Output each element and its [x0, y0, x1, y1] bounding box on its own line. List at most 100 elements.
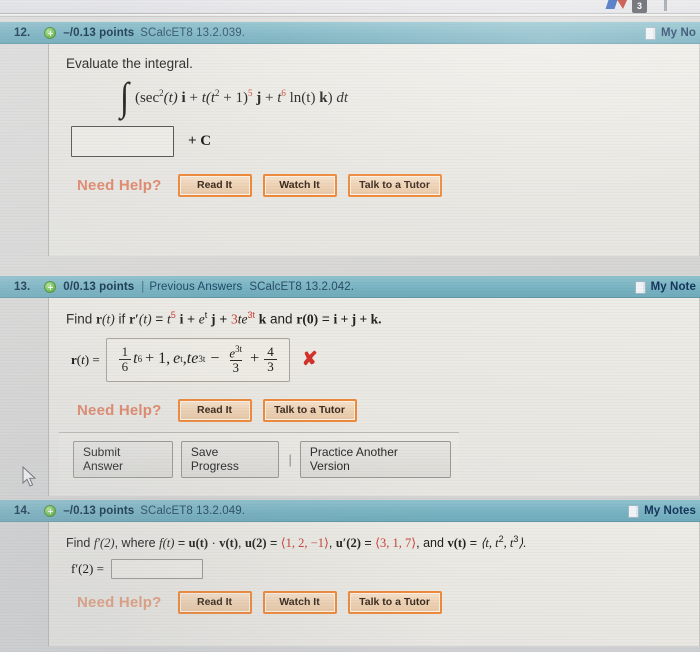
q14-u2-value: ⟨1, 2, −1⟩ [280, 536, 329, 551]
q14-find: Find [66, 536, 91, 551]
q14-u2: u(2) [244, 536, 267, 551]
q14-comma2: , [328, 536, 333, 551]
integral-vec-j: j [256, 89, 262, 106]
expand-plus-icon[interactable] [44, 505, 57, 517]
browser-divider [0, 14, 700, 17]
q14-vt2: v(t) [447, 536, 467, 551]
problem-13-answer-row: r(t) = 1 6 t6 + 1, e t, te 3t − e3t 3 + … [71, 337, 699, 382]
watch-it-button-12[interactable]: Watch It [262, 173, 337, 197]
save-progress-button[interactable]: Save Progress [180, 440, 280, 478]
my-notes-label-12: My No [661, 27, 696, 39]
problem-12-answer-row: + C [71, 125, 699, 157]
problem-13: 13. 0/0.13 points | Previous Answers SCa… [0, 276, 700, 496]
problem-13-points: 0/0.13 points [63, 281, 135, 293]
q14-uprime2: u′(2) [335, 536, 361, 551]
my-notes-button-12[interactable]: My No [645, 22, 696, 44]
q14-dot: · [211, 536, 216, 551]
my-notes-button-14[interactable]: My Notes [628, 500, 696, 522]
q13-vec-k: k [258, 311, 267, 327]
q13-plus1: + [187, 311, 195, 327]
q14-vt-value-open: ⟨t, t [480, 536, 499, 551]
ans13-t-exp: 6 [137, 354, 143, 365]
browser-chrome-strip: 3 [0, 0, 700, 14]
problem-14-question: Find f′(2), where f(t) = u(t) · v(t), u(… [66, 534, 699, 551]
problem-14-answer-label: f′(2) = [71, 561, 104, 577]
q14-eq2: = [269, 536, 278, 551]
problem-12-answer-input[interactable] [71, 125, 174, 157]
q14-eq4: = [469, 536, 477, 551]
ans13-frac1-num: 1 [121, 344, 129, 360]
ans13-minus: − [210, 350, 220, 368]
problem-14-points: –/0.13 points [63, 505, 135, 517]
integral-differential: dt [336, 89, 348, 106]
my-notes-button-13[interactable]: My Note [634, 276, 696, 298]
read-it-button-13[interactable]: Read It [177, 398, 252, 422]
talk-to-tutor-button-12[interactable]: Talk to a Tutor [347, 173, 442, 197]
problem-14-answer-input[interactable] [110, 559, 203, 580]
integral-close-paren: ) [327, 89, 333, 106]
problem-12-need-help-row: Need Help? Read It Watch It Talk to a Tu… [77, 173, 699, 197]
problem-14-need-help-row: Need Help? Read It Watch It Talk to a Tu… [77, 591, 699, 615]
notes-page-icon [634, 280, 646, 294]
talk-to-tutor-button-14[interactable]: Talk to a Tutor [347, 591, 442, 615]
ans13-frac3-den: 3 [264, 358, 277, 374]
read-it-button-14[interactable]: Read It [177, 591, 252, 615]
q14-vt-mid: , t [503, 536, 514, 551]
talk-to-tutor-button-13[interactable]: Talk to a Tutor [262, 398, 357, 422]
ans13-te-exp: 3t [198, 354, 206, 365]
previous-answers-link-13[interactable]: Previous Answers [149, 281, 242, 293]
ans13-plus2: + [250, 350, 260, 368]
problem-12-points: –/0.13 points [63, 27, 135, 39]
problem-13-answer-input[interactable]: 1 6 t6 + 1, e t, te 3t − e3t 3 + 4 3 [105, 337, 290, 382]
q13-eq2: = [321, 311, 330, 327]
assignment-page: 12. –/0.13 points SCalcET8 13.2.039. My … [0, 18, 700, 652]
ans13-frac-one-sixth: 1 6 [118, 344, 132, 374]
problem-14-header: 14. –/0.13 points SCalcET8 13.2.049. My … [0, 500, 700, 522]
q13-vec-j: j [211, 311, 216, 327]
q13-rprime-arg: (t) [138, 311, 152, 327]
read-it-button-12[interactable]: Read It [177, 173, 252, 197]
need-help-label-14: Need Help? [77, 594, 162, 612]
integral-plus-2: + [265, 89, 274, 106]
q14-vt: v(t) [219, 536, 238, 551]
ans13-frac3-num: 4 [267, 344, 274, 360]
ans13-e-base: e [173, 350, 181, 368]
action-bar-separator: | [288, 451, 292, 467]
extension-badge-count[interactable]: 3 [632, 0, 647, 13]
q13-ijk: i + j + k. [333, 311, 382, 327]
problem-12-code: SCalcET8 13.2.039. [140, 27, 245, 39]
q13-t-paren: (t) [102, 311, 115, 327]
q14-eq1: = [177, 536, 186, 551]
my-notes-label-14: My Notes [644, 505, 696, 517]
q14-fprime2: f′(2) [93, 536, 115, 551]
problem-14: 14. –/0.13 points SCalcET8 13.2.049. My … [0, 500, 700, 646]
browser-decor-shape-red [616, 0, 628, 9]
ans13-frac-e3t-over-3: e3t 3 [226, 344, 245, 375]
expand-plus-icon[interactable] [44, 281, 57, 293]
integral-sec-arg: (t) [163, 89, 178, 106]
q13-e-exp: t [204, 310, 208, 320]
q13-rprime: r′ [129, 311, 139, 327]
integral-term3-ln: ln(t) [289, 89, 316, 106]
problem-14-answer-row: f′(2) = [71, 559, 699, 580]
q13-vec-i: i [179, 311, 184, 327]
problem-14-body: Find f′(2), where f(t) = u(t) · v(t), u(… [48, 522, 700, 646]
expand-plus-icon[interactable] [44, 27, 57, 39]
problem-12-plus-c: + C [188, 132, 212, 149]
submit-answer-button[interactable]: Submit Answer [73, 440, 173, 478]
problem-13-number: 13. [14, 281, 31, 293]
ans13-frac1-den: 6 [118, 358, 132, 374]
q14-comma1: , [238, 536, 242, 551]
notes-page-icon [628, 504, 640, 518]
q13-eq1: = [155, 311, 164, 327]
ans13-frac2-den: 3 [229, 359, 243, 375]
q13-te-exp: 3t [247, 310, 255, 320]
screenshot-root: 3 12. –/0.13 points SCalcET8 13.2.039. M… [0, 0, 700, 652]
practice-another-version-button[interactable]: Practice Another Version [299, 440, 451, 478]
watch-it-button-14[interactable]: Watch It [262, 591, 337, 615]
problem-12-integral: ∫ (sec2(t) i + t(t2 + 1)5 j + t6 ln(t) k… [119, 74, 699, 119]
integral-plus-1: + [189, 89, 198, 106]
problem-12-number: 12. [14, 27, 31, 39]
integral-term2-outer-exp: 5 [248, 87, 253, 98]
integral-sign: ∫ [119, 74, 129, 119]
